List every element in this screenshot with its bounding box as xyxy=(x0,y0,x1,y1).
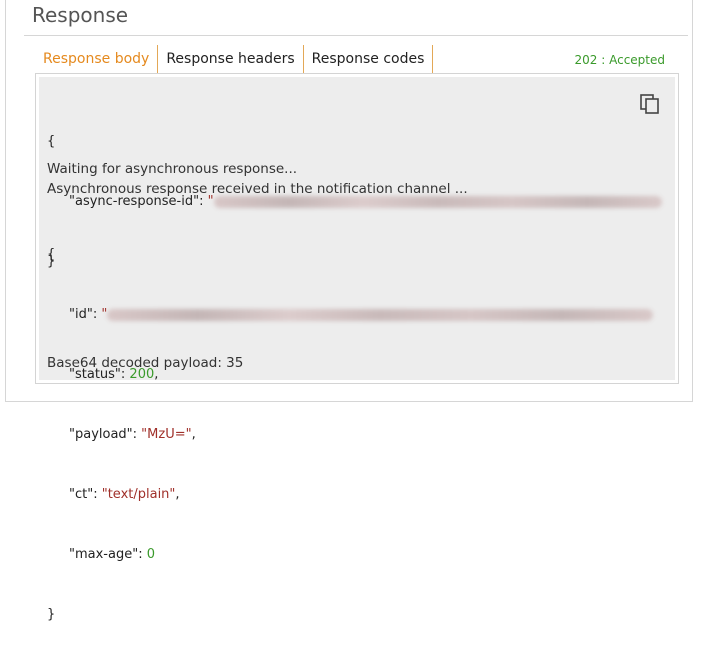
response-body-content: { "async-response-id": " } Waiting for a… xyxy=(39,77,675,622)
response-tabs: Response body Response headers Response … xyxy=(35,45,434,73)
json-line-payload: "payload": "MzU=", xyxy=(47,425,653,445)
json-open-brace: { xyxy=(47,247,56,262)
response-panel: Response Response body Response headers … xyxy=(5,0,693,622)
tab-response-headers[interactable]: Response headers xyxy=(158,45,304,73)
json-key-payload: "payload": xyxy=(69,427,142,442)
decoded-payload-message: Base64 decoded payload: 35 xyxy=(47,355,244,371)
title-divider xyxy=(24,35,688,36)
json-close-brace: } xyxy=(47,607,56,622)
received-message: Asynchronous response received in the no… xyxy=(47,181,468,197)
json-line-id: "id": " xyxy=(47,305,654,325)
tab-response-body[interactable]: Response body xyxy=(35,45,159,73)
json-line-ct: "ct": "text/plain", xyxy=(47,485,653,505)
panel-title: Response xyxy=(32,3,129,27)
json-key-id: "id": xyxy=(69,307,102,322)
notification-json-block: { "id": " "status": 200, "payload": "MzU… xyxy=(47,205,654,665)
json-comma: , xyxy=(191,427,196,442)
tab-response-codes[interactable]: Response codes xyxy=(304,45,434,73)
waiting-message: Waiting for asynchronous response... xyxy=(47,161,298,177)
json-line-max-age: "max-age": 0 xyxy=(47,545,653,565)
response-body-box: { "async-response-id": " } Waiting for a… xyxy=(35,73,679,622)
status-code-label: 202 : Accepted xyxy=(574,53,665,67)
json-value-payload: "MzU=" xyxy=(141,427,192,442)
json-key-ct: "ct": xyxy=(69,487,102,502)
json-open-brace: { xyxy=(47,134,56,149)
redacted-id xyxy=(107,308,654,321)
json-key-max-age: "max-age": xyxy=(69,547,147,562)
json-comma: , xyxy=(175,487,180,502)
json-value-ct: "text/plain" xyxy=(101,487,176,502)
json-value-max-age: 0 xyxy=(146,547,155,562)
